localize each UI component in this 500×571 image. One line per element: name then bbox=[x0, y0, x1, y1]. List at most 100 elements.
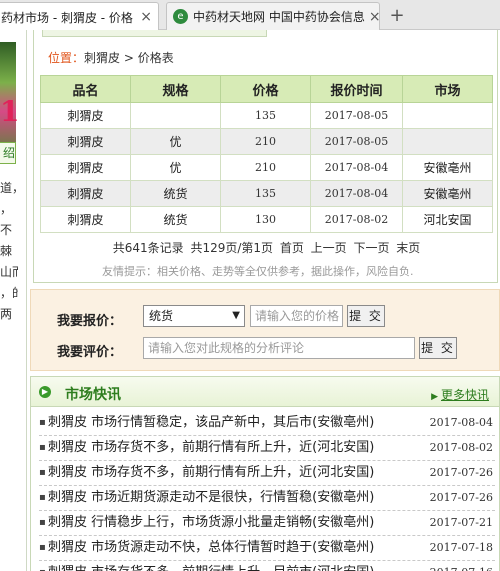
news-headline[interactable]: 刺猬皮 市场存货不多，前期行情有所上升，近(河北安国) bbox=[48, 461, 413, 485]
column-header-market: 市场 bbox=[402, 75, 493, 103]
news-headline[interactable]: 刺猬皮 市场存货不多，前期行情有所上升，近(河北安国) bbox=[48, 436, 413, 460]
news-item[interactable]: ▪ 刺猬皮 市场存货不多，前期行情上升，目前市(河北安国) 2017-07-16 bbox=[39, 561, 495, 571]
cell-name: 刺猬皮 bbox=[40, 128, 131, 155]
bullet-icon: ▪ bbox=[39, 467, 46, 478]
pagination[interactable]: 共641条记录 共129页/第1页 首页 上一页 下一页 末页 bbox=[34, 239, 499, 256]
close-tab-icon[interactable]: × bbox=[136, 9, 152, 25]
cell-spec bbox=[130, 102, 221, 129]
column-header-spec: 规格 bbox=[130, 75, 221, 103]
cell-spec: 优 bbox=[130, 154, 221, 181]
column-header-name: 品名 bbox=[40, 75, 131, 103]
sidebar-text-line: ，的 bbox=[0, 286, 18, 300]
news-date: 2017-07-26 bbox=[429, 466, 493, 479]
bullet-icon: ▪ bbox=[39, 417, 46, 428]
more-news-link[interactable]: ▶ 更多快讯 bbox=[431, 386, 489, 403]
table-header-row: 品名 规格 价格 报价时间 市场 bbox=[40, 75, 493, 103]
new-tab-button[interactable]: + bbox=[386, 4, 408, 26]
cell-price: 210 bbox=[220, 154, 311, 181]
table-row: 刺猬皮 135 2017-08-05 bbox=[40, 102, 493, 129]
sidebar-text-line: ， bbox=[0, 202, 13, 216]
news-headline[interactable]: 刺猬皮 市场存货不多，前期行情上升，目前市(河北安国) bbox=[48, 561, 413, 571]
sidebar-text-line: 道， bbox=[0, 181, 18, 195]
cell-name: 刺猬皮 bbox=[40, 206, 131, 233]
column-header-date: 报价时间 bbox=[310, 75, 403, 103]
divider bbox=[26, 30, 27, 571]
news-date: 2017-07-26 bbox=[429, 491, 493, 504]
sidebar-text: 道， ， 不 棘 山而 ，的 两 bbox=[0, 178, 18, 325]
comment-label: 我要评价： bbox=[57, 345, 123, 360]
table-row: 刺猬皮 优 210 2017-08-05 bbox=[40, 128, 493, 155]
submit-comment-button[interactable]: 提 交 bbox=[419, 337, 457, 359]
ad-badge: 1 bbox=[0, 95, 20, 128]
bullet-icon: ▪ bbox=[39, 542, 46, 553]
browser-tab-herb-market[interactable]: 药材市场 - 刺猬皮 - 价格 × bbox=[0, 2, 159, 31]
news-date: 2017-08-02 bbox=[429, 441, 493, 454]
cell-price: 130 bbox=[220, 206, 311, 233]
price-input[interactable]: 请输入您的价格 bbox=[250, 305, 343, 327]
cell-name: 刺猬皮 bbox=[40, 102, 131, 129]
news-title: 市场快讯 bbox=[65, 387, 121, 403]
news-list: ▪ 刺猬皮 市场行情暂稳定，该品产新中，其后市(安徽亳州) 2017-08-04… bbox=[39, 411, 495, 571]
cell-date: 2017-08-04 bbox=[310, 154, 403, 181]
spec-select-value: 统货 bbox=[149, 309, 174, 323]
table-row: 刺猬皮 优 210 2017-08-04 安徽亳州 bbox=[40, 154, 493, 181]
cell-price: 135 bbox=[220, 180, 311, 207]
comment-input[interactable]: 请输入您对此规格的分析评论 bbox=[143, 337, 415, 359]
price-table: 品名 规格 价格 报价时间 市场 刺猬皮 135 2017-08-05 刺猬皮 … bbox=[40, 75, 493, 233]
cell-name: 刺猬皮 bbox=[40, 180, 131, 207]
site-favicon-icon: e bbox=[173, 9, 188, 24]
news-icon: ▶ bbox=[39, 386, 51, 398]
cell-market bbox=[402, 128, 493, 155]
price-label: 我要报价： bbox=[57, 314, 123, 329]
cell-price: 135 bbox=[220, 102, 311, 129]
bullet-icon: ▪ bbox=[39, 492, 46, 503]
cell-date: 2017-08-04 bbox=[310, 180, 403, 207]
news-item[interactable]: ▪ 刺猬皮 市场存货不多，前期行情有所上升，近(河北安国) 2017-07-26 bbox=[39, 461, 495, 486]
cell-price: 210 bbox=[220, 128, 311, 155]
chevron-down-icon: ▼ bbox=[232, 310, 240, 321]
news-item[interactable]: ▪ 刺猬皮 市场近期货源走动不是很快，行情暂稳(安徽亳州) 2017-07-26 bbox=[39, 486, 495, 511]
bullet-icon: ▪ bbox=[39, 442, 46, 453]
cell-market: 安徽亳州 bbox=[402, 154, 493, 181]
spec-select[interactable]: 统货 ▼ bbox=[143, 305, 245, 327]
news-headline[interactable]: 刺猬皮 市场近期货源走动不是很快，行情暂稳(安徽亳州) bbox=[48, 486, 413, 510]
table-row: 刺猬皮 统货 135 2017-08-04 安徽亳州 bbox=[40, 180, 493, 207]
cell-date: 2017-08-05 bbox=[310, 102, 403, 129]
cell-market: 河北安国 bbox=[402, 206, 493, 233]
browser-tab-bar: 药材市场 - 刺猬皮 - 价格 × e 中药材天地网 中国中药协会信息 × + bbox=[0, 0, 500, 31]
quote-panel: 我要报价： 统货 ▼ 请输入您的价格 提 交 我要评价： 请输入您对此规格的分析… bbox=[30, 289, 500, 371]
news-item[interactable]: ▪ 刺猬皮 市场行情暂稳定，该品产新中，其后市(安徽亳州) 2017-08-04 bbox=[39, 411, 495, 436]
bullet-icon: ▪ bbox=[39, 517, 46, 528]
breadcrumb-label: 位置： bbox=[48, 51, 85, 65]
triangle-right-icon: ▶ bbox=[431, 392, 438, 402]
cell-date: 2017-08-05 bbox=[310, 128, 403, 155]
news-item[interactable]: ▪ 刺猬皮 行情稳步上行，市场货源小批量走销畅(安徽亳州) 2017-07-21 bbox=[39, 511, 495, 536]
news-headline[interactable]: 刺猬皮 市场货源走动不快，总体行情暂时趋于(安徽亳州) bbox=[48, 536, 413, 560]
cell-name: 刺猬皮 bbox=[40, 154, 131, 181]
news-date: 2017-08-04 bbox=[429, 416, 493, 429]
close-tab-icon[interactable]: × bbox=[365, 9, 379, 25]
market-news-panel: ▶ 市场快讯 ▶ 更多快讯 ▪ 刺猬皮 市场行情暂稳定，该品产新中，其后市(安徽亳… bbox=[30, 376, 500, 571]
breadcrumb-path[interactable]: 刺猬皮 > 价格表 bbox=[84, 51, 174, 65]
browser-tab-zyctd[interactable]: e 中药材天地网 中国中药协会信息 × bbox=[166, 2, 380, 30]
more-news-label: 更多快讯 bbox=[440, 388, 489, 402]
sidebar-tab[interactable]: 绍 bbox=[0, 142, 16, 164]
bullet-icon: ▪ bbox=[39, 561, 46, 571]
cell-spec: 统货 bbox=[130, 180, 221, 207]
cell-market: 安徽亳州 bbox=[402, 180, 493, 207]
news-item[interactable]: ▪ 刺猬皮 市场存货不多，前期行情有所上升，近(河北安国) 2017-08-02 bbox=[39, 436, 495, 461]
submit-price-button[interactable]: 提 交 bbox=[347, 305, 385, 327]
news-headline[interactable]: 刺猬皮 行情稳步上行，市场货源小批量走销畅(安徽亳州) bbox=[48, 511, 413, 535]
left-sidebar: 1 绍 道， ， 不 棘 山而 ，的 两 bbox=[0, 30, 24, 571]
news-date: 2017-07-16 bbox=[430, 561, 493, 571]
cell-spec: 统货 bbox=[130, 206, 221, 233]
news-headline[interactable]: 刺猬皮 市场行情暂稳定，该品产新中，其后市(安徽亳州) bbox=[48, 411, 413, 435]
tab-title: 药材市场 - 刺猬皮 - 价格 bbox=[1, 10, 133, 25]
sidebar-text-line: 不 bbox=[0, 223, 13, 237]
disclaimer-tip: 友情提示：相关价格、走势等全仅供参考，据此操作，风险自负. bbox=[102, 265, 414, 278]
column-header-price: 价格 bbox=[220, 75, 311, 103]
news-header: ▶ 市场快讯 ▶ 更多快讯 bbox=[31, 377, 499, 407]
news-item[interactable]: ▪ 刺猬皮 市场货源走动不快，总体行情暂时趋于(安徽亳州) 2017-07-18 bbox=[39, 536, 495, 561]
table-row: 刺猬皮 统货 130 2017-08-02 河北安国 bbox=[40, 206, 493, 233]
cell-market bbox=[402, 102, 493, 129]
